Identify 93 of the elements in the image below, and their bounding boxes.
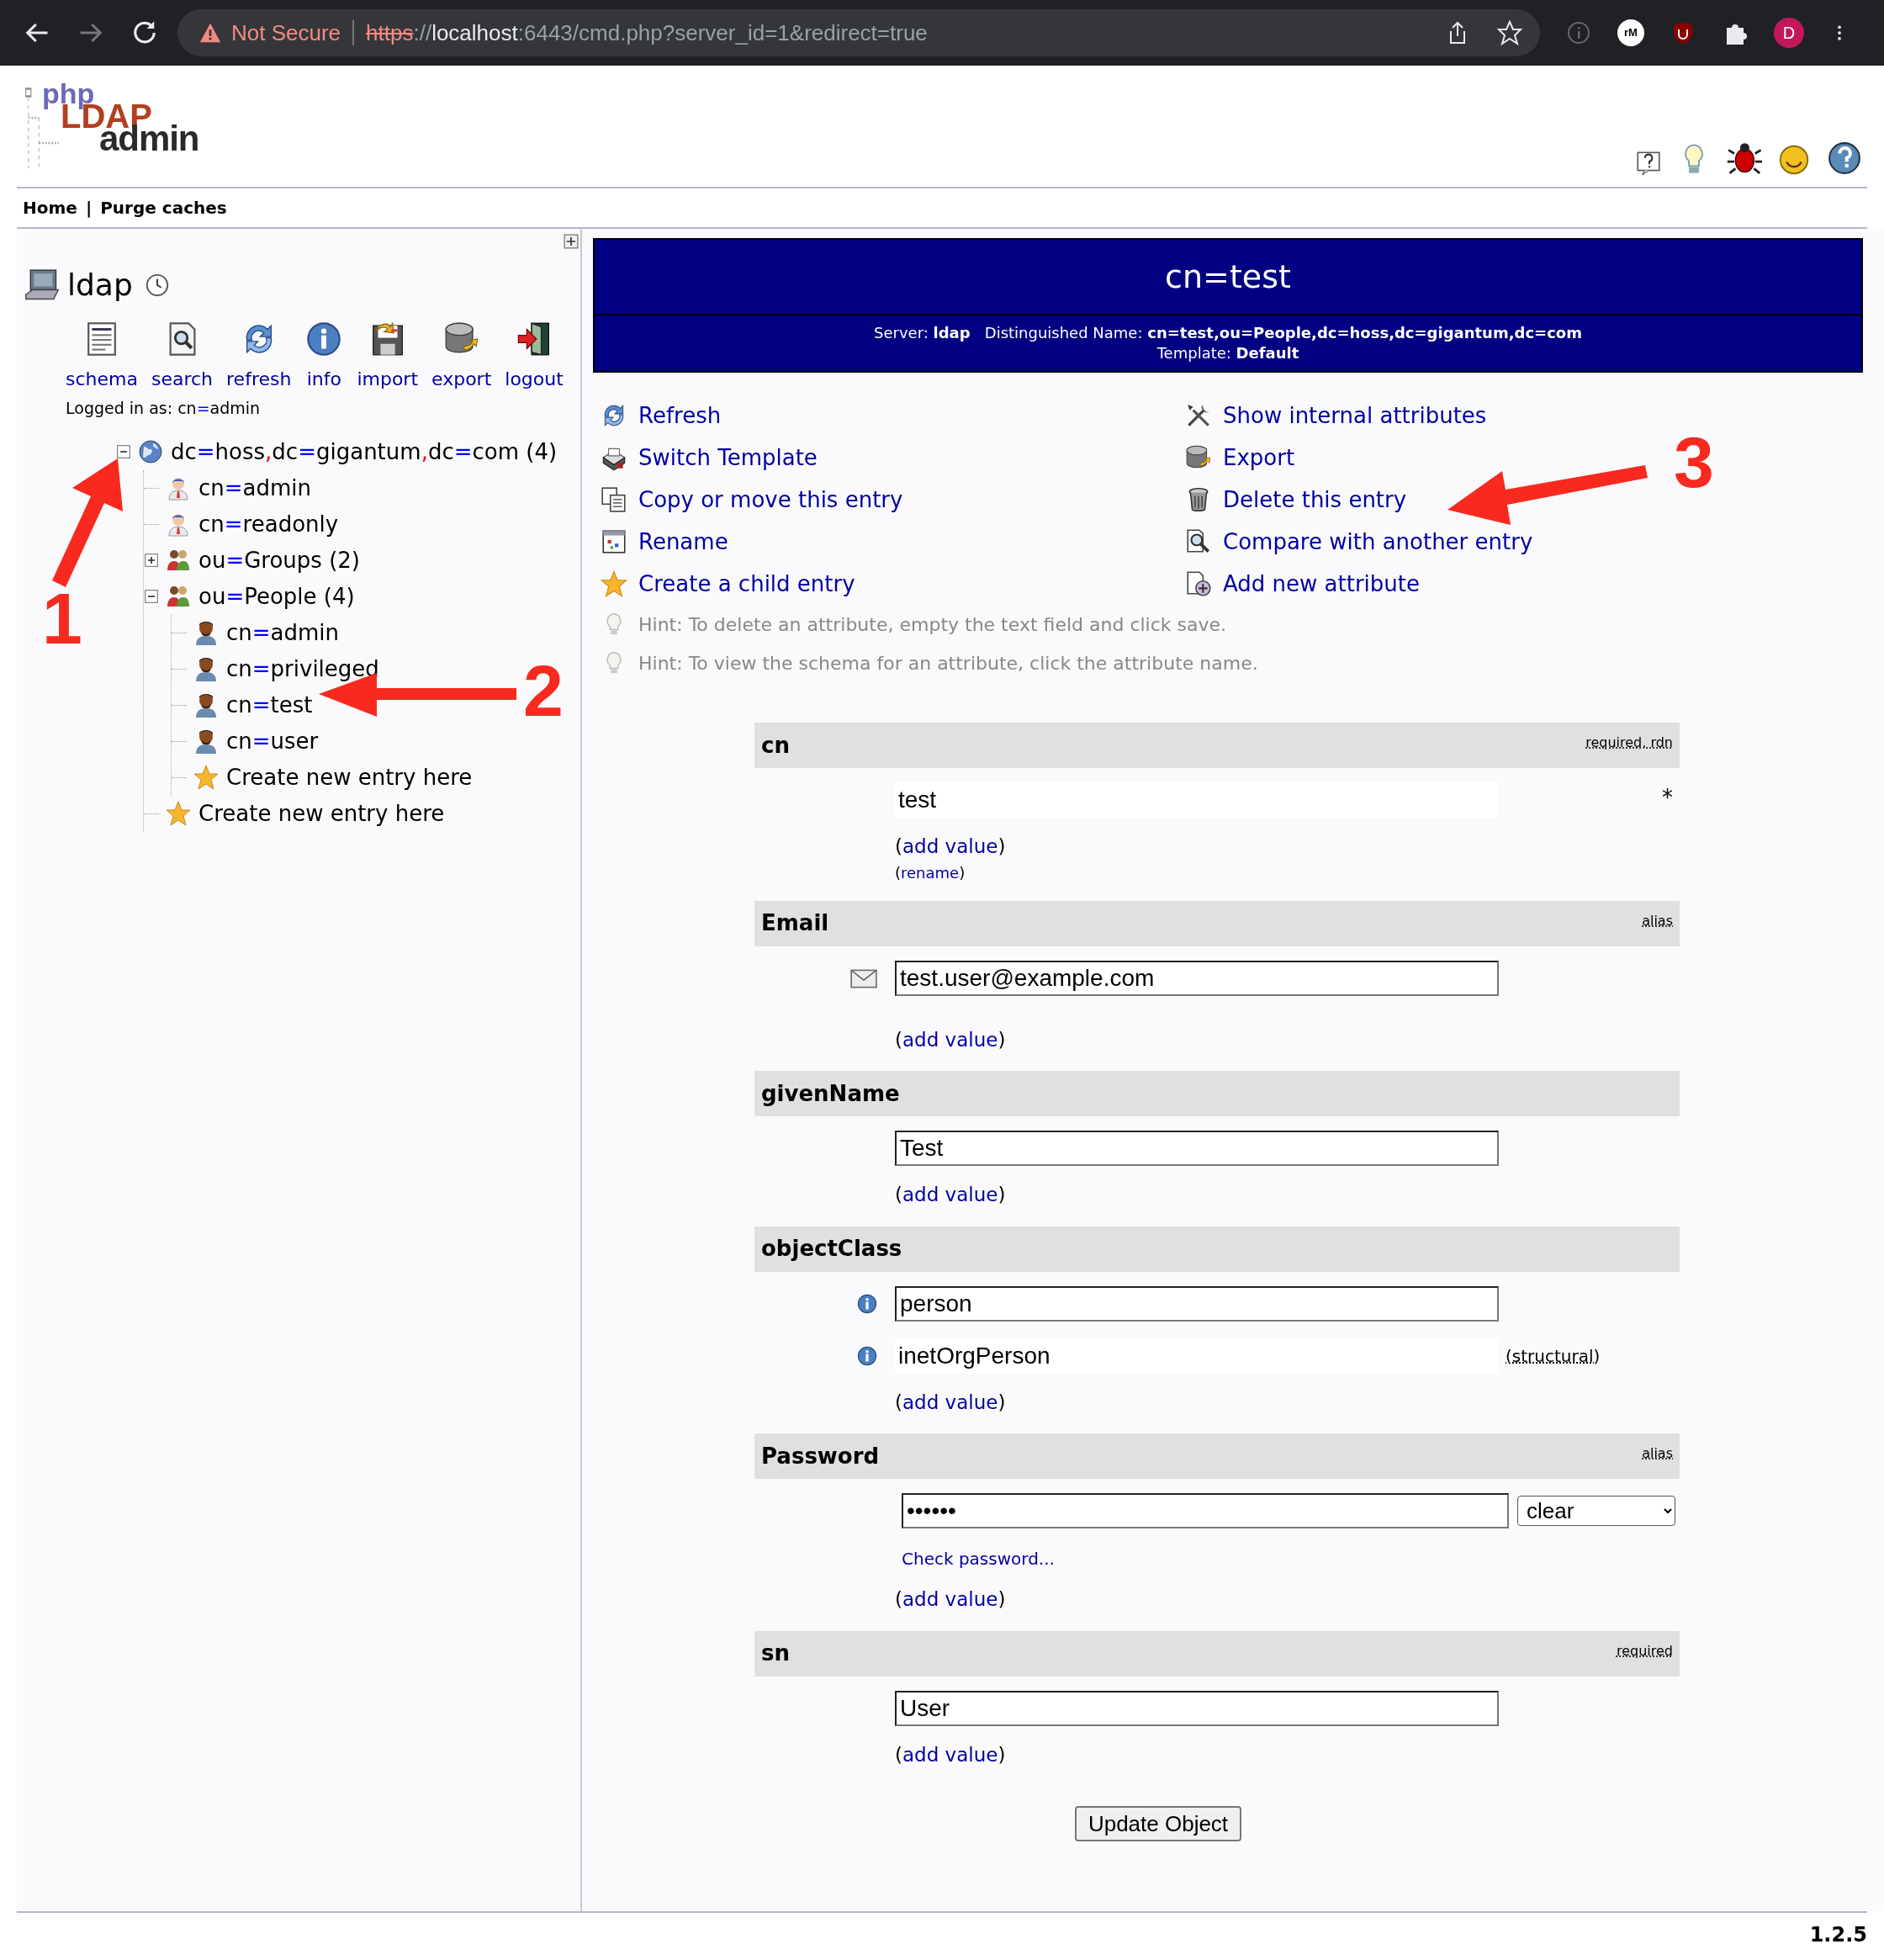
security-warning[interactable]: Not Secure	[231, 16, 341, 50]
update-button[interactable]: Update Object	[1074, 1806, 1242, 1841]
annotation-number: 3	[1674, 426, 1714, 498]
value-field: inetOrgPerson	[895, 1338, 1499, 1374]
add-value-link[interactable]: (add value)	[895, 1585, 1006, 1614]
attribute-tags: alias	[1642, 1444, 1673, 1464]
toolbar-link[interactable]: schema	[66, 320, 138, 393]
toolbar-link[interactable]: export	[431, 320, 492, 393]
tree-item[interactable]: cn=admin	[198, 471, 312, 505]
add-value-link[interactable]: (add value)	[895, 1740, 1006, 1769]
hint-text: Hint: To delete an attribute, empty the text field and click save.	[638, 612, 1226, 637]
input-field[interactable]: test.user@example.com	[895, 960, 1499, 996]
structural-label: (structural)	[1506, 1344, 1601, 1368]
tree-item[interactable]: cn=readonly	[198, 507, 339, 541]
value-field: test	[895, 782, 1499, 818]
add-value-link[interactable]: (add value)	[895, 1025, 1006, 1054]
attribute-tags: required	[1616, 1640, 1673, 1661]
rename-icon	[600, 527, 628, 556]
tree-item[interactable]: cn=privileged	[226, 652, 379, 686]
info-icon[interactable]	[856, 1344, 878, 1367]
copy-icon	[600, 485, 628, 514]
attribute-name[interactable]: Email	[761, 907, 829, 940]
entry-title: cn=test	[595, 240, 1861, 315]
toolbar-link[interactable]: refresh	[226, 320, 292, 393]
tree-item[interactable]: cn=test	[226, 688, 313, 722]
password-field[interactable]: ••••••	[902, 1493, 1509, 1528]
version-text: 1.2.5	[1809, 1922, 1867, 1948]
tree-item[interactable]: dc=hoss,dc=gigantum,dc=com (4)	[171, 435, 558, 469]
hint-text: Hint: To view the schema for an attribute, click the attribute name.	[638, 651, 1258, 675]
annotation-number: 2	[523, 654, 564, 727]
tree-item[interactable]: cn=user	[226, 724, 319, 758]
action-link[interactable]: Rename	[638, 525, 728, 559]
nav-separator: |	[85, 197, 93, 220]
clock-icon[interactable]	[144, 273, 170, 298]
check-password-link[interactable]: Check password...	[902, 1546, 1055, 1571]
smiley-icon[interactable]	[1777, 143, 1811, 177]
extension-badge[interactable]: rM	[1617, 19, 1644, 46]
entry-template: Template: Default	[1156, 343, 1299, 363]
action-link[interactable]: Export	[1223, 441, 1295, 474]
attribute-name[interactable]: Password	[761, 1439, 880, 1473]
create-entry-link[interactable]: Create new entry here	[226, 760, 473, 794]
server-name[interactable]: ldap	[67, 262, 133, 308]
action-link[interactable]: Compare with another entry	[1223, 525, 1533, 559]
attribute-name[interactable]: sn	[761, 1637, 790, 1670]
input-field[interactable]: person	[895, 1285, 1499, 1322]
tree-item[interactable]: ou=Groups (2)	[198, 543, 360, 577]
globe-icon	[137, 438, 164, 465]
action-link[interactable]: Create a child entry	[638, 567, 855, 601]
input-field[interactable]: Test	[895, 1131, 1499, 1166]
action-link[interactable]: Delete this entry	[1223, 483, 1407, 516]
collapse-toggle-icon[interactable]	[116, 444, 131, 459]
encryption-select[interactable]: clear	[1517, 1496, 1675, 1526]
star-icon	[165, 800, 192, 827]
toolbar-link[interactable]: logout	[505, 320, 564, 393]
nav-link[interactable]: Home	[23, 195, 77, 220]
profile-avatar[interactable]: D	[1774, 18, 1804, 48]
attribute-tags: required, rdn	[1585, 733, 1673, 753]
create-entry-link[interactable]: Create new entry here	[198, 797, 445, 830]
action-link[interactable]: Add new attribute	[1223, 567, 1420, 601]
star-icon	[193, 764, 220, 791]
info-icon[interactable]	[856, 1292, 878, 1315]
logged-in-text: Logged in as: cn=admin	[65, 398, 262, 419]
attribute-name[interactable]: cn	[761, 728, 790, 762]
add-value-link[interactable]: (add value)	[895, 1387, 1006, 1417]
add-value-link[interactable]: (add value)	[895, 1180, 1006, 1210]
attribute-name[interactable]: objectClass	[761, 1232, 902, 1265]
attribute-name[interactable]: givenName	[761, 1077, 900, 1110]
url-text[interactable]: https://localhost:6443/cmd.php?server_id=1&redirect=true	[366, 16, 928, 50]
attribute-tags: alias	[1642, 910, 1673, 931]
toolbar-link[interactable]: info	[304, 320, 344, 393]
toolbar-link[interactable]: import	[357, 320, 419, 393]
annotation-number: 1	[42, 582, 82, 654]
address-bar[interactable]: Not Secure https://localhost:6443/cmd.php?server_id=1&redirect=true	[177, 9, 1540, 56]
tree-item[interactable]: ou=People (4)	[198, 580, 355, 613]
rename-link[interactable]: (rename)	[895, 861, 966, 884]
action-link[interactable]: Copy or move this entry	[638, 483, 903, 516]
required-marker: *	[1662, 784, 1674, 812]
input-field[interactable]: User	[895, 1690, 1499, 1726]
expand-toggle-icon[interactable]	[144, 553, 159, 568]
tree-item[interactable]: cn=admin	[226, 616, 340, 649]
collapse-toggle-icon[interactable]	[144, 589, 159, 604]
add-value-link[interactable]: (add value)	[895, 832, 1006, 861]
action-link[interactable]: Refresh	[638, 399, 722, 432]
help-icon[interactable]	[1826, 140, 1863, 177]
toolbar-link[interactable]: search	[151, 320, 214, 393]
star-icon	[600, 569, 628, 598]
entry-details: Server: ldap Distinguished Name: cn=test,ou=People,dc=hoss,dc=gigantum,dc=com	[874, 323, 1582, 343]
action-link[interactable]: Show internal attributes	[1223, 399, 1487, 432]
bookmark-star-icon[interactable]	[1496, 19, 1523, 46]
action-link[interactable]: Switch Template	[638, 441, 818, 474]
add-page-icon	[1184, 569, 1213, 598]
nav-link[interactable]: Purge caches	[100, 195, 227, 220]
expand-icon[interactable]	[564, 234, 579, 249]
